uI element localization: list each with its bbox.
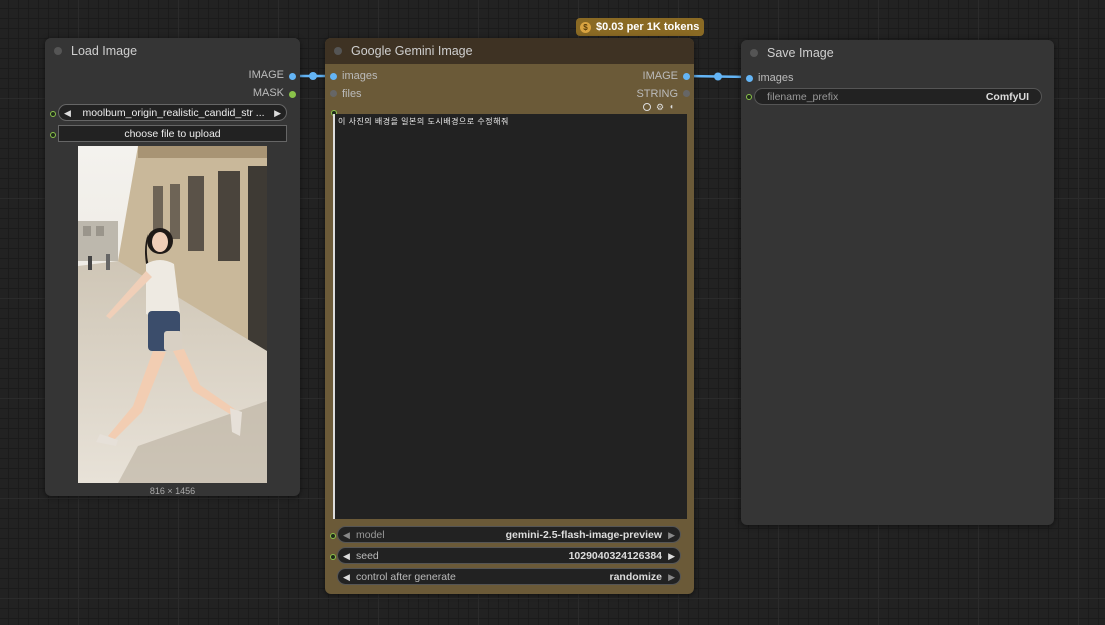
link-midpoint (309, 72, 317, 80)
collapse-dot-icon[interactable] (334, 47, 342, 55)
prev-arrow-icon[interactable]: ◀ (343, 527, 350, 544)
load-image-node[interactable]: Load Image IMAGE MASK ◀ moolbum_origin_r… (45, 38, 300, 496)
image-preview (78, 146, 267, 483)
pricing-text: $0.03 per 1K tokens (596, 21, 700, 33)
control-label: control after generate (356, 571, 456, 583)
seed-label: seed (356, 550, 379, 562)
model-combo[interactable]: ◀ model gemini-2.5-flash-image-preview ▶ (337, 526, 681, 543)
output-label-image: IMAGE (642, 70, 678, 82)
input-slot-images[interactable] (746, 75, 753, 82)
save-image-node[interactable]: Save Image images filename_prefix ComfyU… (741, 40, 1054, 525)
widget-input-dot[interactable] (50, 111, 56, 117)
node-title: Save Image (767, 46, 834, 60)
coin-icon: $ (580, 21, 591, 33)
node-title-bar[interactable]: Google Gemini Image (325, 38, 694, 64)
upload-button[interactable]: choose file to upload (58, 125, 287, 142)
image-dimensions: 816 × 1456 (149, 486, 196, 496)
filename-prefix-value: ComfyUI (985, 91, 1029, 103)
input-label-images: images (758, 72, 794, 84)
widget-input-dot[interactable] (50, 132, 56, 138)
node-title: Google Gemini Image (351, 44, 473, 58)
output-slot-image[interactable] (289, 73, 296, 80)
prev-arrow-icon[interactable]: ◀ (343, 569, 350, 586)
next-arrow-icon[interactable]: ▶ (668, 527, 675, 544)
output-label-mask: MASK (252, 87, 284, 99)
image-select-combo[interactable]: ◀ moolbum_origin_realistic_candid_str ..… (58, 104, 287, 121)
seed-value: 1029040324126384 (568, 550, 662, 562)
output-label-string: STRING (636, 88, 678, 100)
collapse-dot-icon[interactable] (54, 47, 62, 55)
link-midpoint (714, 72, 722, 81)
control-value: randomize (609, 571, 662, 583)
circle-icon[interactable] (643, 103, 651, 111)
decrement-arrow-icon[interactable]: ◀ (343, 548, 350, 565)
input-slot-files[interactable] (330, 90, 337, 97)
input-label-files: files (342, 88, 362, 100)
widget-input-dot[interactable] (746, 94, 752, 100)
settings-icon[interactable]: ⚙ (656, 102, 664, 113)
pricing-badge: $ $0.03 per 1K tokens (576, 18, 705, 36)
input-slot-images[interactable] (330, 73, 337, 80)
widget-input-dot[interactable] (330, 554, 336, 560)
model-label: model (356, 529, 385, 541)
next-arrow-icon[interactable]: ▶ (274, 105, 281, 122)
filename-prefix-label: filename_prefix (767, 91, 839, 103)
prompt-textarea[interactable]: 이 사진의 배경을 일본의 도시배경으로 수정해줘 (333, 114, 687, 519)
collapse-dot-icon[interactable] (750, 49, 758, 57)
node-title: Load Image (71, 44, 138, 58)
input-label-images: images (342, 70, 378, 82)
control-after-generate-combo[interactable]: ◀ control after generate randomize ▶ (337, 568, 681, 585)
node-title-bar[interactable]: Load Image (45, 38, 300, 64)
output-slot-string[interactable] (683, 90, 690, 97)
image-filename: moolbum_origin_realistic_candid_str ... (82, 107, 265, 119)
speaker-icon[interactable]: ◖ (669, 102, 674, 111)
seed-number[interactable]: ◀ seed 1029040324126384 ▶ (337, 547, 681, 564)
filename-prefix-field[interactable]: filename_prefix ComfyUI (754, 88, 1042, 105)
node-title-bar[interactable]: Save Image (741, 40, 1054, 66)
gemini-image-node[interactable]: Google Gemini Image images files IMAGE S… (325, 38, 694, 594)
increment-arrow-icon[interactable]: ▶ (668, 548, 675, 565)
output-slot-image[interactable] (683, 73, 690, 80)
output-label-image: IMAGE (248, 69, 284, 81)
model-value: gemini-2.5-flash-image-preview (505, 529, 662, 541)
output-slot-mask[interactable] (289, 91, 296, 98)
street-photo-illustration (78, 146, 267, 483)
next-arrow-icon[interactable]: ▶ (668, 569, 675, 586)
prev-arrow-icon[interactable]: ◀ (64, 105, 71, 122)
widget-input-dot[interactable] (330, 533, 336, 539)
